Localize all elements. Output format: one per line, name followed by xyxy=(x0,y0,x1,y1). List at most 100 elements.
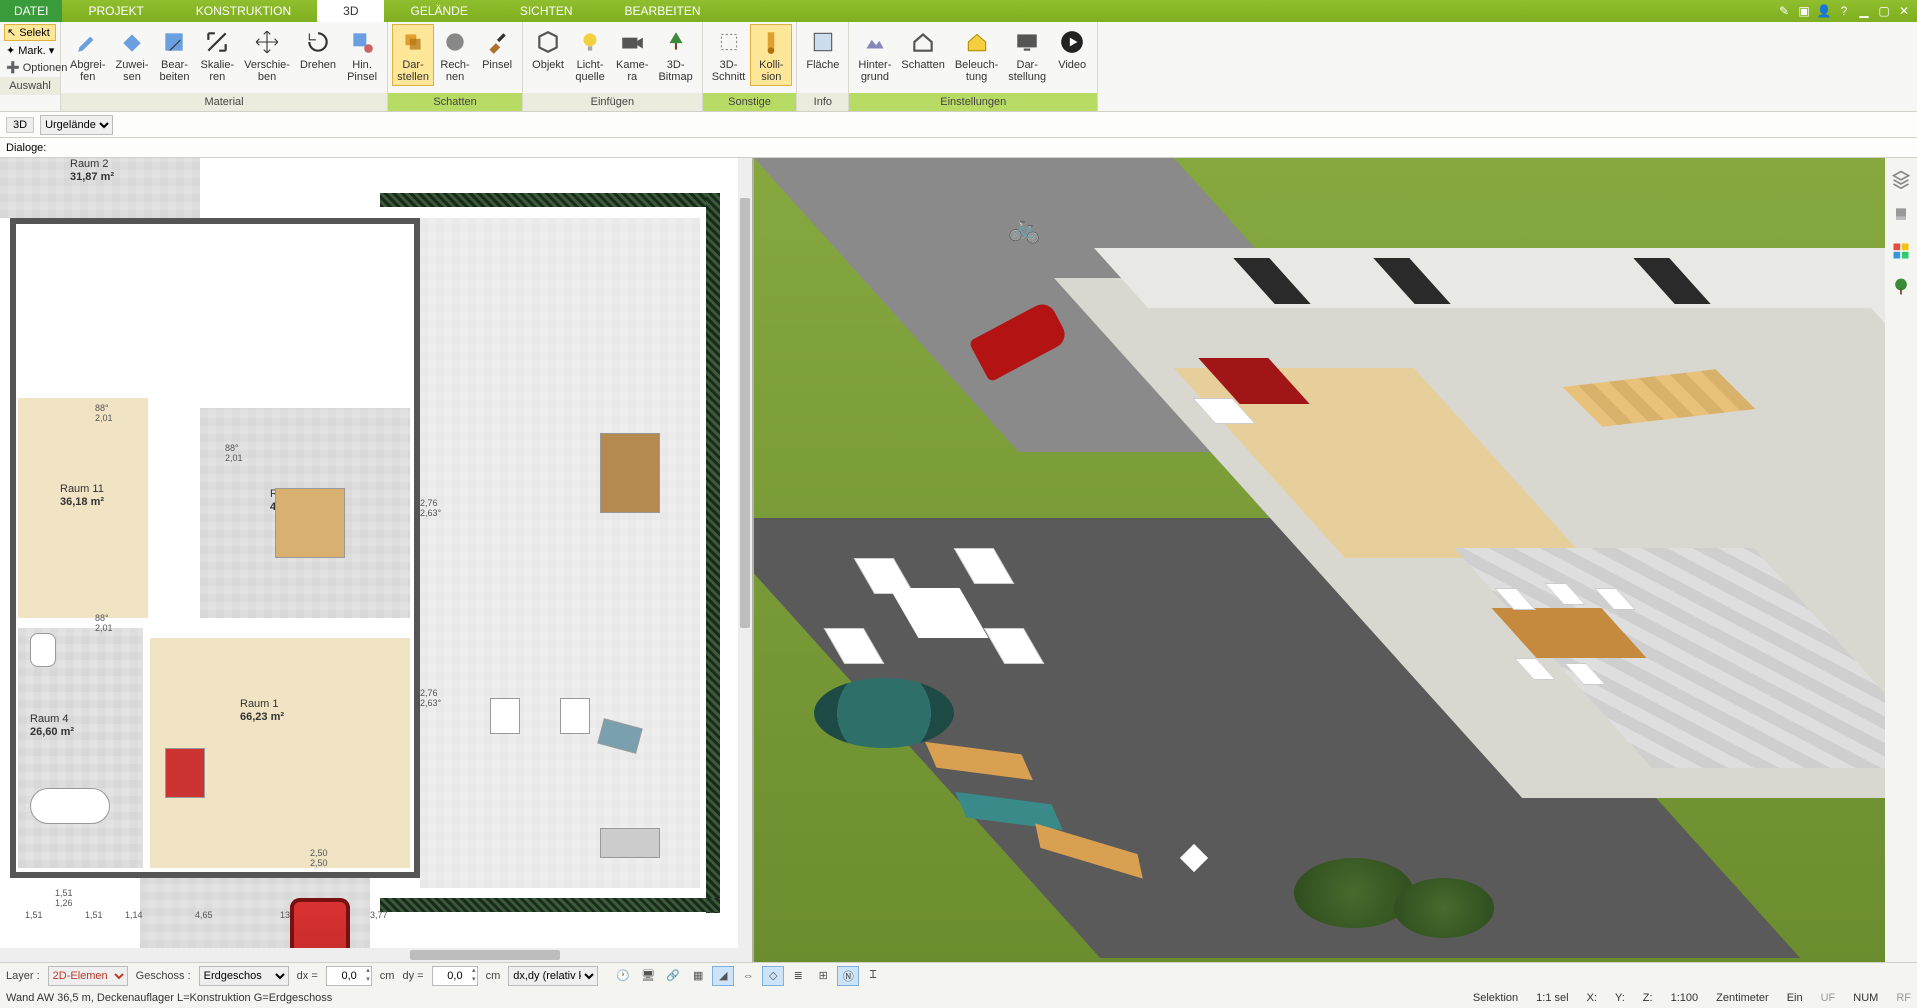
menu-konstruktion[interactable]: KONSTRUKTION xyxy=(170,0,317,22)
cursor-icon[interactable]: Ꮖ xyxy=(862,966,884,986)
content-area: Raum 231,87 m² Raum 1136,18 m² Raum 545,… xyxy=(0,158,1917,962)
room2-label: Raum 231,87 m² xyxy=(70,158,114,184)
kamera-button[interactable]: Kame- ra xyxy=(611,24,653,86)
menu-file[interactable]: DATEI xyxy=(0,0,62,22)
terrain-select[interactable]: Urgelände xyxy=(40,115,113,135)
tree-side-icon[interactable] xyxy=(1890,276,1912,298)
dim-8: 1,51 xyxy=(85,910,103,920)
snap-cube-icon[interactable]: ◇ xyxy=(762,966,784,986)
bearbeiten-button[interactable]: Bear- beiten xyxy=(153,24,195,86)
hintergrund-button[interactable]: Hinter- grund xyxy=(853,24,896,86)
viewport-3d[interactable]: 🚲 xyxy=(754,158,1885,962)
scrollbar-2d-horizontal[interactable] xyxy=(0,948,752,962)
brush-back-icon xyxy=(347,27,377,57)
viewport-2d[interactable]: Raum 231,87 m² Raum 1136,18 m² Raum 545,… xyxy=(0,158,754,962)
status-ein: Ein xyxy=(1787,992,1803,1004)
abgreifen-button[interactable]: Abgrei- fen xyxy=(65,24,110,86)
optionen-button[interactable]: ➕ Optionen xyxy=(4,60,56,75)
link-icon[interactable]: 🔗 xyxy=(662,966,684,986)
dx-label: dx = xyxy=(297,970,318,982)
edit-material-icon xyxy=(159,27,189,57)
hinpinsel-button[interactable]: Hin. Pinsel xyxy=(341,24,383,86)
dim-7: 1,51 xyxy=(25,910,43,920)
group-sonstige-label: Sonstige xyxy=(703,93,797,111)
patio-table-2d xyxy=(600,433,660,513)
menu-3d[interactable]: 3D xyxy=(317,0,384,22)
darstellung-button[interactable]: Dar- stellung xyxy=(1003,24,1051,86)
mark-button[interactable]: ✦ Mark. ▾ xyxy=(4,43,56,58)
lounger-2d xyxy=(600,828,660,858)
layer-select[interactable]: 2D-Elemen xyxy=(48,966,128,986)
layers-icon[interactable] xyxy=(1890,168,1912,190)
layer-label: Layer : xyxy=(6,970,40,982)
dy-input[interactable] xyxy=(432,966,478,986)
schatten-settings-button[interactable]: Schatten xyxy=(896,24,949,74)
background-icon xyxy=(860,27,890,57)
verschieben-button[interactable]: Verschie- ben xyxy=(239,24,295,86)
darstellen-button[interactable]: Dar- stellen xyxy=(392,24,434,86)
snap-icons: 🕐 🖥 🔗 ▦ ◢ ⇔ ◇ ≣ ⊞ Ⓝ Ꮖ xyxy=(612,966,884,986)
zuweisen-button[interactable]: Zuwei- sen xyxy=(110,24,153,86)
skalieren-button[interactable]: Skalie- ren xyxy=(195,24,239,86)
flaeche-button[interactable]: Fläche xyxy=(801,24,844,74)
objekt-button[interactable]: Objekt xyxy=(527,24,569,74)
group-schatten: Dar- stellen Rech- nen Pinsel Schatten xyxy=(388,22,523,111)
snap-lines-icon[interactable]: ≣ xyxy=(787,966,809,986)
collision-icon xyxy=(756,27,786,57)
menu-gelaende[interactable]: GELÄNDE xyxy=(384,0,493,22)
scale-icon xyxy=(202,27,232,57)
chair-icon[interactable] xyxy=(1890,204,1912,226)
pin-icon[interactable]: ✎ xyxy=(1775,3,1793,19)
status-unit: Zentimeter xyxy=(1716,992,1769,1004)
ribbon: ↖ Selekt ✦ Mark. ▾ ➕ Optionen Auswahl Ab… xyxy=(0,22,1917,112)
display-icon xyxy=(1012,27,1042,57)
palette-icon[interactable] xyxy=(1890,240,1912,262)
dining-table-2d xyxy=(275,488,345,558)
dx-input[interactable] xyxy=(326,966,372,986)
status-z: Z: xyxy=(1643,992,1653,1004)
coord-mode-select[interactable]: dx,dy (relativ ka xyxy=(508,966,598,986)
tool-icon[interactable]: ▣ xyxy=(1795,3,1813,19)
dim-15: 2,50 2,50 xyxy=(310,848,328,868)
close-icon[interactable]: ✕ xyxy=(1895,3,1913,19)
snap-angle-icon[interactable]: ◢ xyxy=(712,966,734,986)
status-text: Wand AW 36,5 m, Deckenauflager L=Konstru… xyxy=(6,992,332,1004)
monitor-icon[interactable]: 🖥 xyxy=(637,966,659,986)
beleuchtung-button[interactable]: Beleuch- tung xyxy=(950,24,1003,86)
menu-sichten[interactable]: SICHTEN xyxy=(494,0,599,22)
minimize-icon[interactable]: ▁ xyxy=(1855,3,1873,19)
maximize-icon[interactable]: ▢ xyxy=(1875,3,1893,19)
patio-chair-2d-1 xyxy=(490,698,520,734)
lichtquelle-button[interactable]: Licht- quelle xyxy=(569,24,611,86)
kollision-button[interactable]: Kolli- sion xyxy=(750,24,792,86)
snap-on-icon[interactable]: Ⓝ xyxy=(837,966,859,986)
menu-bearbeiten[interactable]: BEARBEITEN xyxy=(599,0,727,22)
bitmap-button[interactable]: 3D- Bitmap xyxy=(653,24,697,86)
drehen-button[interactable]: Drehen xyxy=(295,24,341,74)
snap-grid-icon[interactable]: ▦ xyxy=(687,966,709,986)
section-icon xyxy=(714,27,744,57)
status-rf: RF xyxy=(1896,992,1911,1004)
geschoss-select[interactable]: Erdgeschos xyxy=(199,966,289,986)
snap-ortho-icon[interactable]: ⇔ xyxy=(737,966,759,986)
status-num: NUM xyxy=(1853,992,1878,1004)
rechnen-button[interactable]: Rech- nen xyxy=(434,24,476,86)
dy-unit: cm xyxy=(486,970,501,982)
video-button[interactable]: Video xyxy=(1051,24,1093,74)
window-buttons: ✎ ▣ 👤 ? ▁ ▢ ✕ xyxy=(1775,0,1917,22)
help-icon[interactable]: ? xyxy=(1835,3,1853,19)
rotate-icon xyxy=(303,27,333,57)
bathtub-2d xyxy=(30,788,110,824)
schnitt-button[interactable]: 3D- Schnitt xyxy=(707,24,751,86)
scrollbar-2d-vertical[interactable] xyxy=(738,158,752,948)
dy-label: dy = xyxy=(402,970,423,982)
grid-icon[interactable]: ⊞ xyxy=(812,966,834,986)
dx-unit: cm xyxy=(380,970,395,982)
clock-icon[interactable]: 🕐 xyxy=(612,966,634,986)
selekt-button[interactable]: ↖ Selekt xyxy=(4,24,56,41)
dim-2: 88° 2,01 xyxy=(95,613,113,633)
room11-label: Raum 1136,18 m² xyxy=(60,483,104,509)
user-icon[interactable]: 👤 xyxy=(1815,3,1833,19)
pinsel-button[interactable]: Pinsel xyxy=(476,24,518,74)
menu-projekt[interactable]: PROJEKT xyxy=(62,0,169,22)
